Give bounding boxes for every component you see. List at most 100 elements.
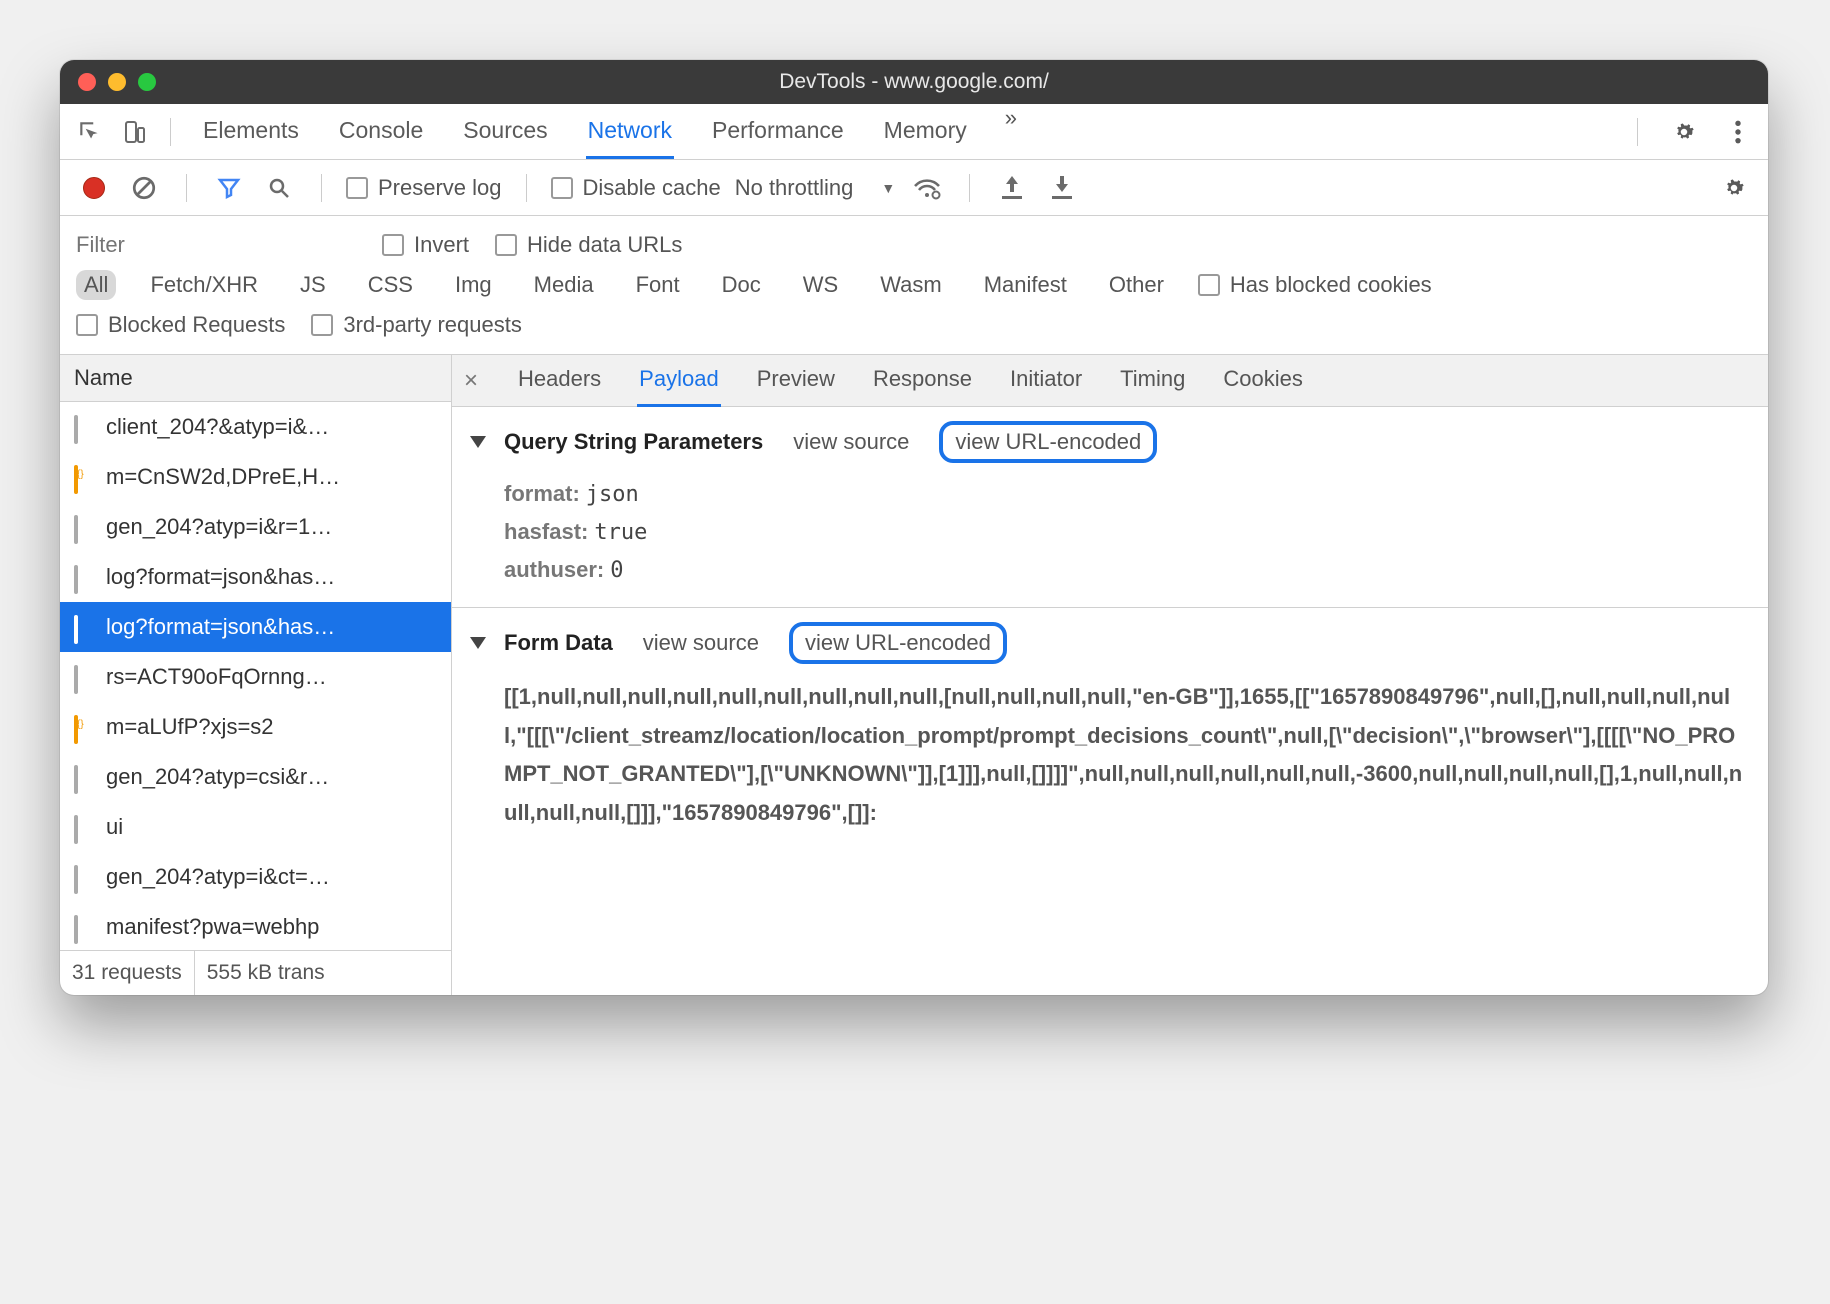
tab-timing[interactable]: Timing xyxy=(1118,355,1187,407)
throttling-value: No throttling xyxy=(735,175,854,201)
settings-icon[interactable] xyxy=(1666,114,1702,150)
form-view-source-link[interactable]: view source xyxy=(643,630,759,656)
filter-input[interactable] xyxy=(76,232,356,258)
throttling-dropdown[interactable]: No throttling ▼ xyxy=(735,175,895,201)
preserve-log-checkbox[interactable]: Preserve log xyxy=(346,175,502,201)
param-key: authuser: xyxy=(504,557,604,582)
request-name: log?format=json&has… xyxy=(106,564,335,590)
filter-type-ws[interactable]: WS xyxy=(795,270,846,300)
tab-performance[interactable]: Performance xyxy=(710,105,846,159)
clear-icon[interactable] xyxy=(126,170,162,206)
separator xyxy=(321,174,322,202)
filter-type-font[interactable]: Font xyxy=(628,270,688,300)
search-icon[interactable] xyxy=(261,170,297,206)
request-row[interactable]: gen_204?atyp=i&ct=… xyxy=(60,852,451,902)
query-param: format:json xyxy=(504,475,1750,513)
request-name: ui xyxy=(106,814,123,840)
request-list: client_204?&atyp=i&… m=CnSW2d,DPreE,H… gen… xyxy=(60,402,451,950)
separator xyxy=(969,174,970,202)
request-row[interactable]: rs=ACT90oFqOrnng… xyxy=(60,652,451,702)
tab-network[interactable]: Network xyxy=(586,105,674,159)
request-row[interactable]: ui xyxy=(60,802,451,852)
request-row[interactable]: log?format=json&has… xyxy=(60,602,451,652)
chevron-down-icon: ▼ xyxy=(881,180,895,196)
filter-type-all[interactable]: All xyxy=(76,270,116,300)
device-toolbar-icon[interactable] xyxy=(116,114,152,150)
filter-type-doc[interactable]: Doc xyxy=(714,270,769,300)
record-button[interactable] xyxy=(76,170,112,206)
close-window-button[interactable] xyxy=(78,73,96,91)
filter-type-js[interactable]: JS xyxy=(292,270,334,300)
form-view-url-encoded-link[interactable]: view URL-encoded xyxy=(789,622,1007,664)
close-details-icon[interactable]: × xyxy=(464,367,478,395)
query-view-source-link[interactable]: view source xyxy=(793,429,909,455)
tab-sources[interactable]: Sources xyxy=(461,105,549,159)
has-blocked-cookies-checkbox[interactable]: Has blocked cookies xyxy=(1198,272,1432,298)
document-file-icon xyxy=(74,867,94,887)
tab-payload[interactable]: Payload xyxy=(637,355,721,407)
filter-type-fetchxhr[interactable]: Fetch/XHR xyxy=(142,270,266,300)
tab-headers[interactable]: Headers xyxy=(516,355,603,407)
document-file-icon xyxy=(74,617,94,637)
request-row[interactable]: log?format=json&has… xyxy=(60,552,451,602)
export-har-icon[interactable] xyxy=(1044,170,1080,206)
maximize-window-button[interactable] xyxy=(138,73,156,91)
tab-console[interactable]: Console xyxy=(337,105,425,159)
request-name: rs=ACT90oFqOrnng… xyxy=(106,664,327,690)
document-file-icon xyxy=(74,517,94,537)
filter-type-css[interactable]: CSS xyxy=(360,270,421,300)
request-name: gen_204?atyp=i&ct=… xyxy=(106,864,330,890)
details-body: Query String Parameters view source view… xyxy=(452,407,1768,995)
document-file-icon xyxy=(74,567,94,587)
inspect-element-icon[interactable] xyxy=(72,114,108,150)
caret-down-icon[interactable] xyxy=(470,436,486,448)
separator xyxy=(526,174,527,202)
network-conditions-icon[interactable] xyxy=(909,170,945,206)
request-row[interactable]: client_204?&atyp=i&… xyxy=(60,402,451,452)
hide-data-urls-checkbox[interactable]: Hide data URLs xyxy=(495,232,682,258)
document-file-icon xyxy=(74,417,94,437)
request-status-bar: 31 requests 555 kB trans xyxy=(60,950,451,995)
separator xyxy=(186,174,187,202)
request-row[interactable]: m=CnSW2d,DPreE,H… xyxy=(60,452,451,502)
import-har-icon[interactable] xyxy=(994,170,1030,206)
request-name: gen_204?atyp=csi&r… xyxy=(106,764,329,790)
third-party-checkbox[interactable]: 3rd-party requests xyxy=(311,312,522,338)
more-tabs-icon[interactable]: » xyxy=(1005,105,1017,159)
request-row[interactable]: m=aLUfP?xjs=s2 xyxy=(60,702,451,752)
request-row[interactable]: manifest?pwa=webhp xyxy=(60,902,451,950)
preserve-log-label: Preserve log xyxy=(378,175,502,201)
requests-count: 31 requests xyxy=(60,951,195,995)
minimize-window-button[interactable] xyxy=(108,73,126,91)
filter-type-wasm[interactable]: Wasm xyxy=(872,270,950,300)
blocked-requests-checkbox[interactable]: Blocked Requests xyxy=(76,312,285,338)
network-settings-icon[interactable] xyxy=(1716,170,1752,206)
content-split: Name client_204?&atyp=i&… m=CnSW2d,DPreE,… xyxy=(60,355,1768,995)
caret-down-icon[interactable] xyxy=(470,637,486,649)
request-row[interactable]: gen_204?atyp=csi&r… xyxy=(60,752,451,802)
form-data-section: Form Data view source view URL-encoded [… xyxy=(452,608,1768,852)
filter-type-img[interactable]: Img xyxy=(447,270,500,300)
request-row[interactable]: gen_204?atyp=i&r=1… xyxy=(60,502,451,552)
invert-checkbox[interactable]: Invert xyxy=(382,232,469,258)
kebab-menu-icon[interactable] xyxy=(1720,114,1756,150)
request-name: m=CnSW2d,DPreE,H… xyxy=(106,464,340,490)
filter-icon[interactable] xyxy=(211,170,247,206)
filter-type-other[interactable]: Other xyxy=(1101,270,1172,300)
tab-initiator[interactable]: Initiator xyxy=(1008,355,1084,407)
devtools-window: DevTools - www.google.com/ Elements Cons… xyxy=(60,60,1768,995)
request-name: client_204?&atyp=i&… xyxy=(106,414,329,440)
filter-type-media[interactable]: Media xyxy=(526,270,602,300)
request-name: m=aLUfP?xjs=s2 xyxy=(106,714,274,740)
filter-type-manifest[interactable]: Manifest xyxy=(976,270,1075,300)
request-list-header[interactable]: Name xyxy=(60,355,451,402)
param-value: true xyxy=(594,520,647,545)
tab-response[interactable]: Response xyxy=(871,355,974,407)
disable-cache-checkbox[interactable]: Disable cache xyxy=(551,175,721,201)
tab-cookies[interactable]: Cookies xyxy=(1221,355,1304,407)
tab-elements[interactable]: Elements xyxy=(201,105,301,159)
tab-preview[interactable]: Preview xyxy=(755,355,837,407)
request-list-panel: Name client_204?&atyp=i&… m=CnSW2d,DPreE,… xyxy=(60,355,452,995)
tab-memory[interactable]: Memory xyxy=(882,105,969,159)
query-view-url-encoded-link[interactable]: view URL-encoded xyxy=(939,421,1157,463)
